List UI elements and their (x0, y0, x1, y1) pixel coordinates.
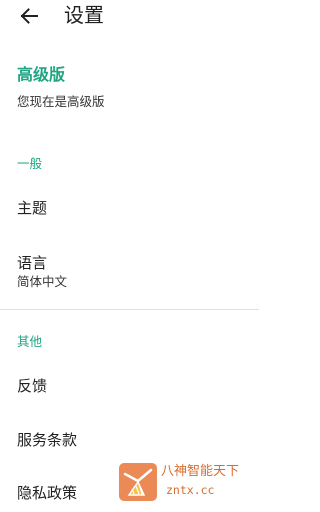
watermark-name: 八神智能天下 (161, 464, 240, 479)
language-label: 语言 (17, 254, 48, 272)
section-header-general: 一般 (17, 156, 43, 171)
privacy-label: 隐私政策 (17, 484, 78, 502)
watermark-domain: zntx.cc (166, 483, 215, 497)
language-row[interactable]: 语言 简体中文 (0, 240, 259, 296)
app-bar: 设置 (0, 0, 259, 34)
feedback-row[interactable]: 反馈 (0, 364, 259, 410)
page-title: 设置 (64, 3, 104, 27)
watermark: 八神智能天下 zntx.cc (116, 460, 248, 504)
feedback-label: 反馈 (17, 377, 48, 395)
terms-row[interactable]: 服务条款 (0, 418, 259, 464)
premium-title: 高级版 (17, 65, 66, 84)
language-value: 简体中文 (17, 274, 68, 289)
theme-row[interactable]: 主题 (0, 186, 259, 232)
watermark-logo-icon (119, 463, 157, 501)
premium-status: 高级版 您现在是高级版 (17, 64, 247, 111)
section-header-other: 其他 (17, 334, 43, 349)
section-divider (0, 309, 259, 310)
theme-label: 主题 (17, 199, 48, 217)
terms-label: 服务条款 (17, 431, 78, 449)
back-button[interactable] (18, 5, 40, 27)
premium-subtitle: 您现在是高级版 (17, 94, 105, 109)
arrow-left-icon (20, 8, 38, 24)
